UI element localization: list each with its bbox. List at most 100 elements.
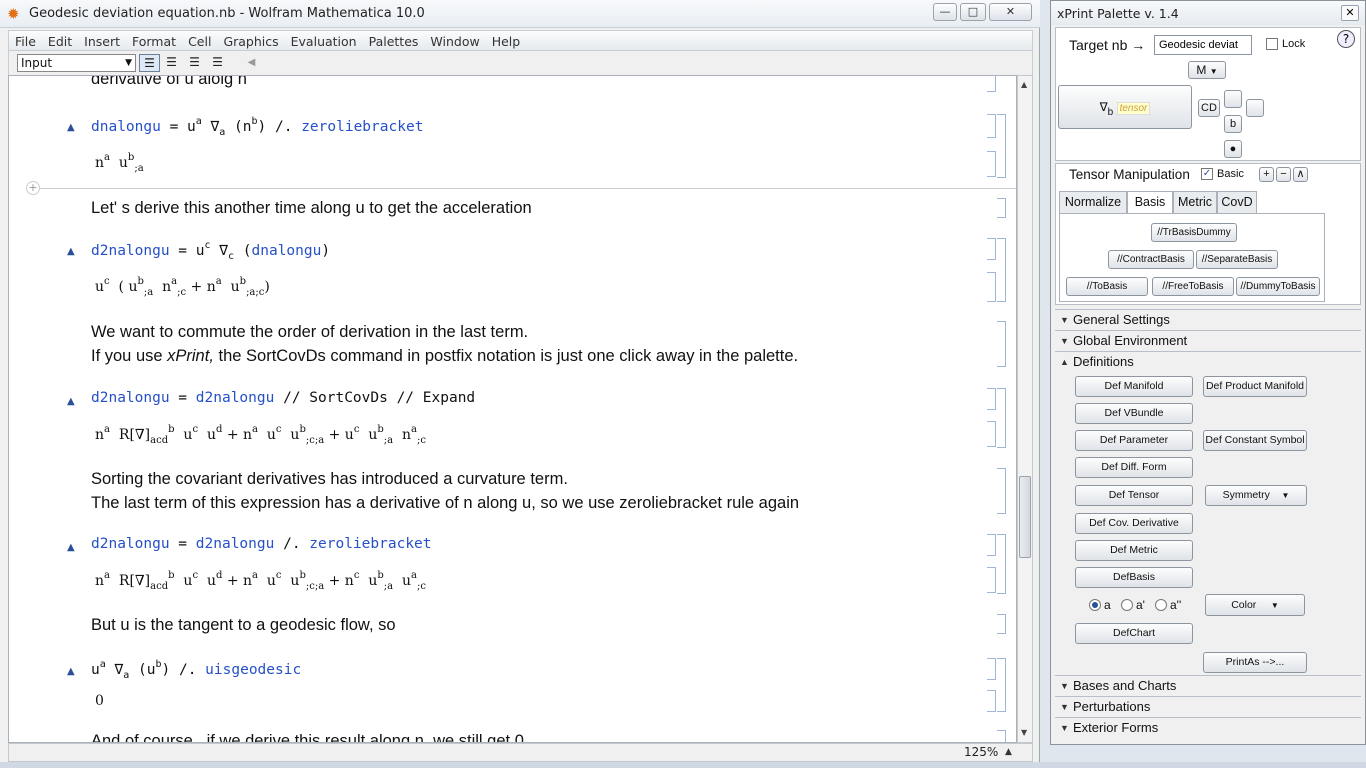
- menu-edit[interactable]: Edit: [42, 32, 78, 49]
- manifold-select[interactable]: M ▼: [1188, 61, 1226, 79]
- input-cell[interactable]: dnalongu = ua ∇a (nb) /. zeroliebracket: [91, 116, 423, 138]
- cell-caret-icon[interactable]: ▲: [67, 542, 75, 553]
- superscript-slot-button[interactable]: [1224, 90, 1242, 108]
- cell-style-select[interactable]: Input ▼: [17, 54, 136, 72]
- cell-caret-icon[interactable]: ▲: [67, 396, 75, 407]
- scroll-thumb[interactable]: [1019, 476, 1031, 558]
- def-tensor-button[interactable]: Def Tensor: [1075, 485, 1193, 506]
- zoom-level[interactable]: 125%: [964, 745, 998, 759]
- add-cell-icon[interactable]: +: [26, 181, 40, 195]
- printas-button[interactable]: PrintAs -->...: [1203, 652, 1307, 673]
- def-vbundle-button[interactable]: Def VBundle: [1075, 403, 1193, 424]
- section-definitions[interactable]: ▲ Definitions: [1055, 351, 1361, 372]
- maximize-button[interactable]: □: [960, 3, 986, 21]
- cell-caret-icon[interactable]: ▲: [67, 122, 75, 133]
- section-bases-and-charts[interactable]: ▼ Bases and Charts: [1055, 675, 1361, 696]
- b-index-button[interactable]: b: [1224, 115, 1242, 133]
- separatebasis-button[interactable]: //SeparateBasis: [1196, 250, 1278, 269]
- cd-button[interactable]: CD: [1198, 99, 1220, 117]
- wedge-button[interactable]: ∧: [1293, 167, 1308, 182]
- tab-basis[interactable]: Basis: [1127, 191, 1173, 214]
- cell-bracket[interactable]: [987, 567, 996, 593]
- cell-bracket[interactable]: [987, 534, 996, 556]
- cell-bracket[interactable]: [987, 151, 996, 177]
- align-right-icon[interactable]: ☰: [184, 54, 205, 72]
- expand-plus-button[interactable]: +: [1259, 167, 1274, 182]
- color-select[interactable]: Color ▼: [1205, 594, 1305, 616]
- cell-bracket[interactable]: [987, 388, 996, 410]
- cell-bracket[interactable]: [987, 658, 996, 680]
- cell-bracket[interactable]: [987, 421, 996, 447]
- radio-a[interactable]: [1089, 599, 1101, 611]
- def-diff-form-button[interactable]: Def Diff. Form: [1075, 457, 1193, 478]
- dummytobasis-button[interactable]: //DummyToBasis: [1236, 277, 1320, 296]
- menu-window[interactable]: Window: [424, 32, 485, 49]
- def-constant-symbol-button[interactable]: Def Constant Symbol: [1203, 430, 1307, 451]
- input-cell[interactable]: d2nalongu = uc ∇c (dnalongu): [91, 240, 330, 262]
- menu-help[interactable]: Help: [486, 32, 527, 49]
- menu-palettes[interactable]: Palettes: [363, 32, 425, 49]
- vertical-scrollbar[interactable]: ▲ ▼: [1017, 75, 1033, 743]
- basic-checkbox[interactable]: ✓: [1201, 168, 1213, 180]
- tab-normalize[interactable]: Normalize: [1059, 191, 1127, 214]
- cell-caret-icon[interactable]: ▲: [67, 246, 75, 257]
- menu-evaluation[interactable]: Evaluation: [285, 32, 363, 49]
- group-bracket[interactable]: [997, 114, 1006, 178]
- menu-cell[interactable]: Cell: [182, 32, 217, 49]
- zoom-menu-icon[interactable]: ▲: [1005, 747, 1012, 757]
- cell-bracket[interactable]: [997, 198, 1006, 218]
- group-bracket[interactable]: [997, 534, 1006, 594]
- radio-a-prime[interactable]: [1121, 599, 1133, 611]
- section-global-environment[interactable]: ▼ Global Environment: [1055, 330, 1361, 351]
- close-button[interactable]: ✕: [989, 3, 1032, 21]
- palette-close-button[interactable]: ✕: [1341, 5, 1359, 21]
- tab-covd[interactable]: CovD: [1217, 191, 1257, 214]
- menu-file[interactable]: File: [9, 32, 42, 49]
- cell-bracket[interactable]: [997, 614, 1006, 634]
- def-product-manifold-button[interactable]: Def Product Manifold: [1203, 376, 1307, 397]
- cell-bracket[interactable]: [997, 730, 1006, 742]
- cell-bracket[interactable]: [987, 690, 996, 712]
- lock-checkbox[interactable]: [1266, 38, 1278, 50]
- cell-bracket[interactable]: [987, 76, 996, 92]
- cell-bracket[interactable]: [997, 321, 1006, 367]
- menu-format[interactable]: Format: [126, 32, 182, 49]
- align-center-icon[interactable]: ☰: [161, 54, 182, 72]
- group-bracket[interactable]: [997, 658, 1006, 712]
- tab-metric[interactable]: Metric: [1173, 191, 1217, 214]
- minimize-button[interactable]: —: [933, 3, 957, 21]
- input-cell[interactable]: d2nalongu = d2nalongu // SortCovDs // Ex…: [91, 390, 475, 406]
- defbasis-button[interactable]: DefBasis: [1075, 567, 1193, 588]
- toolbar-arrow-icon[interactable]: ◀: [241, 54, 262, 72]
- help-icon[interactable]: ?: [1337, 30, 1355, 48]
- cell-bracket[interactable]: [987, 272, 996, 302]
- def-cov-derivative-button[interactable]: Def Cov. Derivative: [1075, 513, 1193, 534]
- notebook-content[interactable]: derivative of u aloig n ▲ dnalongu = ua …: [8, 75, 1017, 743]
- collapse-minus-button[interactable]: −: [1276, 167, 1291, 182]
- symmetry-select[interactable]: Symmetry ▼: [1205, 485, 1307, 506]
- contractbasis-button[interactable]: //ContractBasis: [1108, 250, 1194, 269]
- scroll-down-icon[interactable]: ▼: [1021, 728, 1027, 737]
- def-metric-button[interactable]: Def Metric: [1075, 540, 1193, 561]
- input-cell[interactable]: ua ∇a (ub) /. uisgeodesic: [91, 659, 301, 681]
- menu-graphics[interactable]: Graphics: [217, 32, 284, 49]
- input-cell[interactable]: d2nalongu = d2nalongu /. zeroliebracket: [91, 536, 432, 552]
- tobasis-button[interactable]: //ToBasis: [1066, 277, 1148, 296]
- align-justify-icon[interactable]: ☰: [207, 54, 228, 72]
- cell-caret-icon[interactable]: ▲: [67, 666, 75, 677]
- group-bracket[interactable]: [997, 238, 1006, 302]
- trbasisdummy-button[interactable]: //TrBasisDummy: [1151, 223, 1237, 242]
- cell-bracket[interactable]: [987, 238, 996, 260]
- covd-template-button[interactable]: ∇b tensor: [1058, 85, 1192, 129]
- cell-bracket[interactable]: [997, 468, 1006, 514]
- right-slot-button[interactable]: [1246, 99, 1264, 117]
- radio-a-double-prime[interactable]: [1155, 599, 1167, 611]
- def-parameter-button[interactable]: Def Parameter: [1075, 430, 1193, 451]
- freetobasis-button[interactable]: //FreeToBasis: [1152, 277, 1234, 296]
- defchart-button[interactable]: DefChart: [1075, 623, 1193, 644]
- section-perturbations[interactable]: ▼ Perturbations: [1055, 696, 1361, 717]
- scroll-up-icon[interactable]: ▲: [1021, 80, 1027, 89]
- align-left-icon[interactable]: ☰: [139, 54, 160, 72]
- menu-insert[interactable]: Insert: [78, 32, 126, 49]
- target-nb-field[interactable]: Geodesic deviat: [1154, 35, 1252, 55]
